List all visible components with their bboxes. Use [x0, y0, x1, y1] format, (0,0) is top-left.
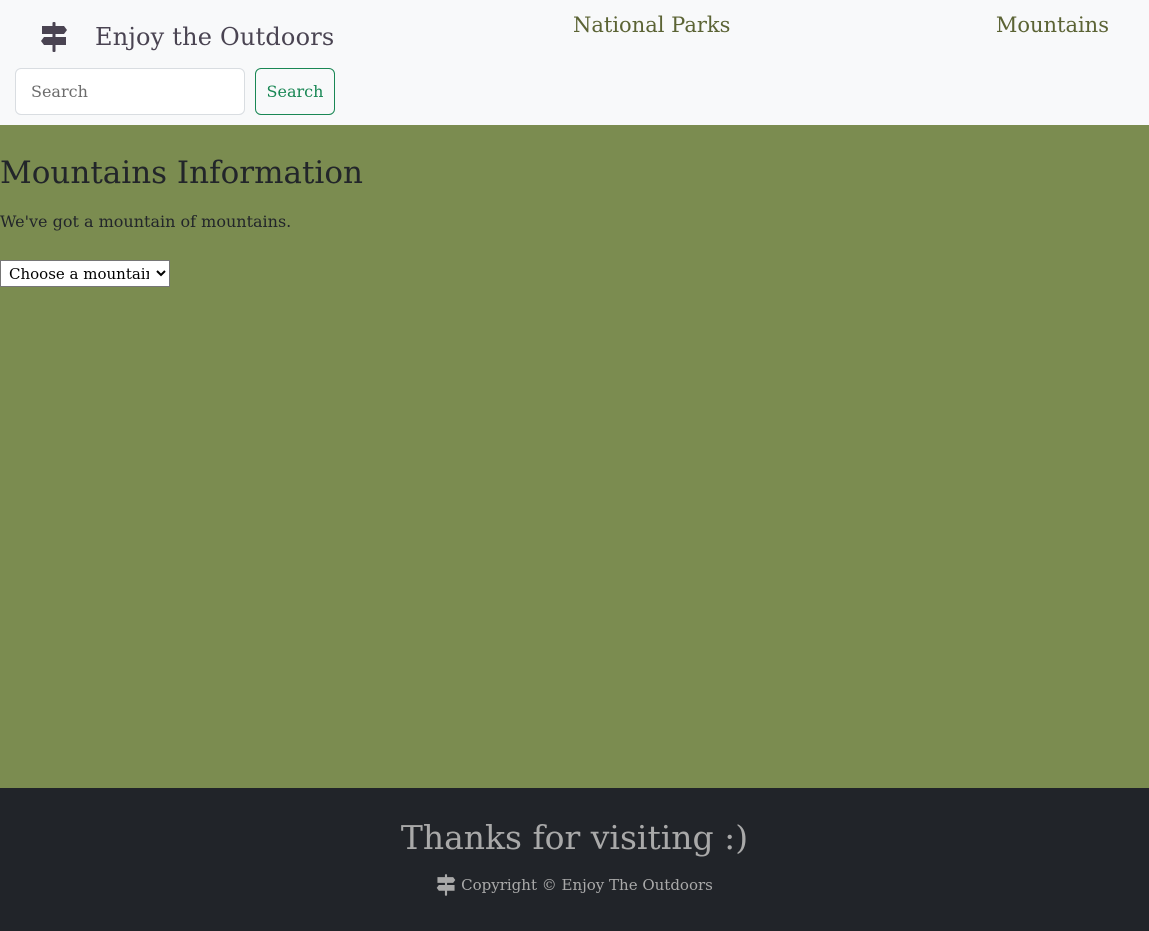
brand-link[interactable]: Enjoy the Outdoors: [40, 22, 334, 52]
page-subtitle: We've got a mountain of mountains.: [0, 212, 292, 231]
mountain-select[interactable]: Choose a mountain: [0, 260, 170, 287]
footer-copyright: Copyright © Enjoy The Outdoors: [0, 874, 1149, 896]
footer: Thanks for visiting :) Copyright © Enjoy…: [0, 788, 1149, 931]
brand-title: Enjoy the Outdoors: [95, 23, 335, 51]
copyright-text: Copyright © Enjoy The Outdoors: [461, 876, 713, 894]
search-button[interactable]: Search: [255, 68, 335, 115]
signpost-icon: [40, 22, 68, 52]
nav-link-national-parks[interactable]: National Parks: [573, 13, 730, 37]
search-input[interactable]: [15, 68, 245, 115]
main-content: Mountains Information We've got a mounta…: [0, 125, 1149, 788]
signpost-icon: [436, 874, 456, 896]
footer-title: Thanks for visiting :): [400, 818, 749, 857]
navbar: Enjoy the Outdoors National Parks Mounta…: [0, 0, 1149, 125]
nav-link-mountains[interactable]: Mountains: [996, 13, 1109, 37]
page-title: Mountains Information: [0, 155, 363, 191]
